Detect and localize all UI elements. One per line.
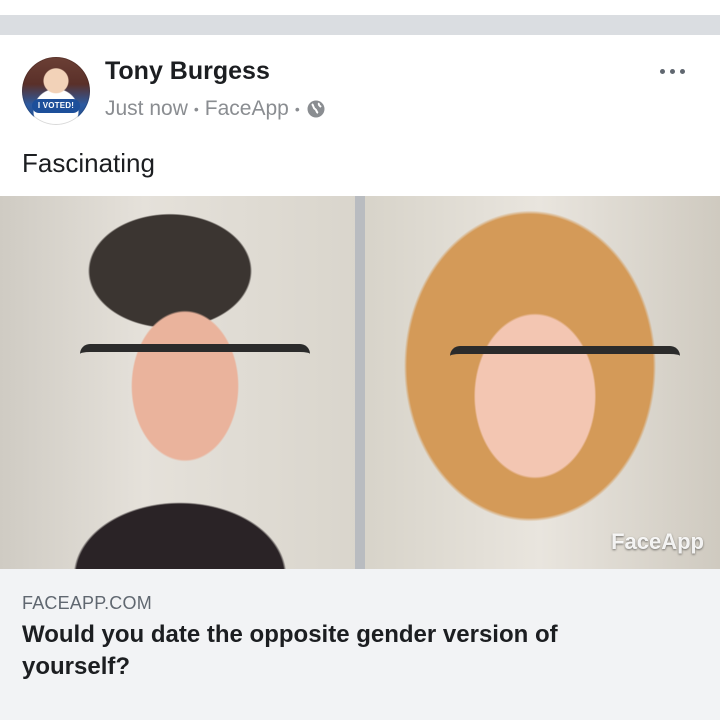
avatar-badge: I VOTED!: [32, 99, 80, 113]
post-text: Fascinating: [22, 148, 155, 178]
link-domain: FACEAPP.COM: [22, 593, 152, 613]
app-name[interactable]: FaceApp: [205, 97, 289, 121]
feed-separator: [0, 15, 720, 35]
meta-separator: •: [294, 101, 300, 117]
photo-divider: [355, 196, 365, 569]
top-band: [0, 0, 720, 15]
timestamp[interactable]: Just now: [105, 97, 188, 121]
glasses-right: [450, 346, 680, 414]
post-meta: Just now • FaceApp •: [105, 97, 326, 121]
faceapp-watermark: FaceApp: [611, 529, 704, 554]
meta-separator: •: [193, 101, 199, 117]
link-title: Would you date the opposite gender versi…: [22, 621, 558, 680]
post-header: I VOTED! Tony Burgess Just now • FaceApp…: [0, 35, 720, 145]
avatar[interactable]: I VOTED!: [22, 57, 90, 125]
more-options-icon[interactable]: [654, 63, 690, 79]
link-preview[interactable]: FACEAPP.COM Would you date the opposite …: [0, 569, 720, 720]
author-name[interactable]: Tony Burgess: [105, 57, 270, 86]
post-photo[interactable]: FaceApp: [0, 196, 720, 569]
glasses-left: [80, 344, 310, 412]
globe-icon: [306, 99, 326, 119]
